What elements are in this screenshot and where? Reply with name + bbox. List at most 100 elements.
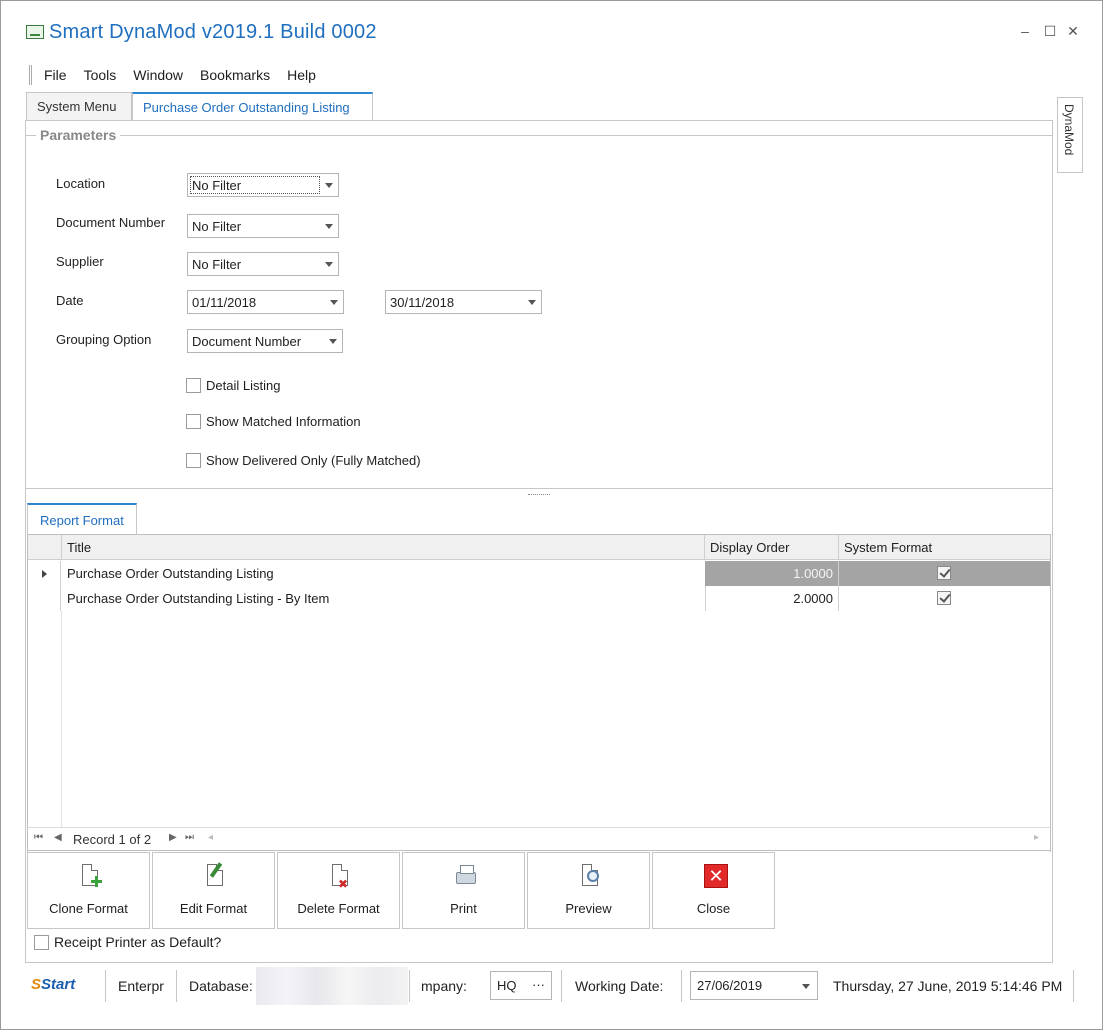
previous-record-icon[interactable]: ◀ bbox=[54, 832, 62, 843]
divider bbox=[105, 970, 106, 1002]
show-delivered-only-checkbox[interactable]: Show Delivered Only (Fully Matched) bbox=[186, 453, 421, 468]
report-format-grid: Title Display Order System Format Purcha… bbox=[27, 534, 1051, 852]
row-system-format-cell[interactable] bbox=[839, 586, 1050, 611]
scroll-left-icon[interactable]: ◂ bbox=[208, 832, 213, 843]
document-number-label: Document Number bbox=[56, 215, 166, 230]
menu-tools[interactable]: Tools bbox=[84, 67, 117, 83]
print-label: Print bbox=[450, 901, 477, 916]
record-counter: Record 1 of 2 bbox=[73, 832, 152, 847]
divider bbox=[1073, 970, 1074, 1002]
document-number-dropdown[interactable]: No Filter bbox=[187, 214, 339, 238]
title-bar: Smart DynaMod v2019.1 Build 0002 – ☐ ✕ bbox=[1, 1, 1102, 59]
print-button[interactable]: Print bbox=[402, 852, 525, 929]
date-label: Date bbox=[56, 293, 84, 308]
checkbox-box[interactable] bbox=[186, 414, 201, 429]
chevron-down-icon bbox=[325, 183, 333, 188]
row-indicator-header bbox=[28, 535, 62, 560]
column-header-title[interactable]: Title bbox=[62, 535, 705, 560]
focus-indicator bbox=[190, 176, 320, 194]
close-button[interactable]: ✕ Close bbox=[652, 852, 775, 929]
menu-bookmarks[interactable]: Bookmarks bbox=[200, 67, 270, 83]
side-tab-dynamod[interactable]: DynaMod bbox=[1057, 97, 1083, 173]
edit-format-icon bbox=[204, 862, 226, 890]
parameters-panel: Parameters Location No Filter Document N… bbox=[26, 121, 1052, 489]
edition-text: Enterpr bbox=[118, 978, 164, 994]
divider bbox=[176, 970, 177, 1002]
company-label: mpany: bbox=[421, 978, 467, 994]
preview-icon bbox=[579, 864, 601, 890]
date-from-picker[interactable]: 01/11/2018 bbox=[187, 290, 344, 314]
detail-listing-label: Detail Listing bbox=[206, 378, 281, 393]
scroll-right-icon[interactable]: ▸ bbox=[1034, 832, 1039, 843]
table-row[interactable]: Purchase Order Outstanding Listing - By … bbox=[28, 586, 1050, 611]
first-record-icon[interactable]: ⏮ bbox=[34, 832, 43, 843]
column-header-display-order[interactable]: Display Order bbox=[705, 535, 839, 560]
grouping-option-dropdown[interactable]: Document Number bbox=[187, 329, 343, 353]
company-selector[interactable]: HQ ··· bbox=[490, 971, 552, 1000]
minimize-button[interactable]: – bbox=[1016, 23, 1034, 39]
document-number-value: No Filter bbox=[192, 219, 242, 234]
table-row[interactable]: Purchase Order Outstanding Listing 1.000… bbox=[28, 561, 1050, 586]
edit-format-button[interactable]: Edit Format bbox=[152, 852, 275, 929]
grouping-option-label: Grouping Option bbox=[56, 332, 152, 347]
column-header-system-format[interactable]: System Format bbox=[839, 535, 1050, 560]
maximize-button[interactable]: ☐ bbox=[1041, 23, 1059, 40]
supplier-value: No Filter bbox=[192, 257, 242, 272]
ellipsis-button[interactable]: ··· bbox=[532, 977, 545, 992]
company-value: HQ bbox=[497, 978, 517, 993]
system-format-checkbox[interactable] bbox=[937, 591, 951, 605]
checkbox-box[interactable] bbox=[186, 453, 201, 468]
next-record-icon[interactable]: ▶ bbox=[169, 832, 177, 843]
menu-help[interactable]: Help bbox=[287, 67, 316, 83]
date-to-picker[interactable]: 30/11/2018 bbox=[385, 290, 542, 314]
delete-format-icon: ✖ bbox=[329, 864, 351, 891]
chevron-down-icon bbox=[802, 984, 810, 989]
tab-purchase-order-outstanding-listing[interactable]: Purchase Order Outstanding Listing bbox=[132, 92, 373, 122]
row-display-order-cell[interactable]: 1.0000 bbox=[705, 561, 839, 586]
row-system-format-cell[interactable] bbox=[839, 561, 1050, 586]
grid-column-line bbox=[61, 611, 62, 828]
panel-splitter-handle[interactable] bbox=[528, 494, 550, 495]
chevron-down-icon bbox=[329, 339, 337, 344]
chevron-down-icon bbox=[528, 300, 536, 305]
row-title-cell[interactable]: Purchase Order Outstanding Listing - By … bbox=[62, 586, 705, 611]
chevron-down-icon bbox=[325, 224, 333, 229]
location-dropdown[interactable]: No Filter bbox=[187, 173, 339, 197]
divider bbox=[561, 970, 562, 1002]
working-date-value: 27/06/2019 bbox=[697, 978, 763, 993]
edit-format-label: Edit Format bbox=[179, 901, 248, 916]
clone-format-button[interactable]: Clone Format bbox=[27, 852, 150, 929]
grid-header: Title Display Order System Format bbox=[28, 535, 1050, 560]
location-label: Location bbox=[56, 176, 106, 191]
row-title-cell[interactable]: Purchase Order Outstanding Listing bbox=[62, 561, 705, 586]
preview-button[interactable]: Preview bbox=[527, 852, 650, 929]
show-matched-information-checkbox[interactable]: Show Matched Information bbox=[186, 414, 361, 429]
current-row-arrow-icon bbox=[42, 570, 47, 578]
parameters-group-border bbox=[26, 135, 1052, 136]
last-record-icon[interactable]: ⏭ bbox=[185, 832, 194, 843]
action-toolbar: Clone Format Edit Format ✖ Delete Format… bbox=[27, 852, 779, 930]
close-window-button[interactable]: ✕ bbox=[1064, 23, 1082, 40]
start-logo[interactable]: SStart bbox=[31, 976, 75, 993]
menu-grip-handle[interactable] bbox=[29, 65, 32, 85]
receipt-printer-checkbox[interactable]: Receipt Printer as Default? bbox=[34, 934, 221, 950]
app-logo-icon bbox=[26, 25, 44, 39]
preview-label: Preview bbox=[565, 901, 612, 916]
delete-format-button[interactable]: ✖ Delete Format bbox=[277, 852, 400, 929]
divider bbox=[681, 970, 682, 1002]
row-display-order-cell[interactable]: 2.0000 bbox=[705, 586, 839, 611]
start-logo-text: Start bbox=[41, 976, 76, 993]
detail-listing-checkbox[interactable]: Detail Listing bbox=[186, 378, 280, 393]
tab-system-menu[interactable]: System Menu bbox=[26, 92, 132, 121]
system-format-checkbox[interactable] bbox=[937, 566, 951, 580]
checkbox-box[interactable] bbox=[186, 378, 201, 393]
supplier-dropdown[interactable]: No Filter bbox=[187, 252, 339, 276]
menu-window[interactable]: Window bbox=[133, 67, 183, 83]
working-date-picker[interactable]: 27/06/2019 bbox=[690, 971, 818, 1000]
menu-file[interactable]: File bbox=[44, 67, 67, 83]
checkbox-box[interactable] bbox=[34, 934, 49, 950]
side-tab-label: DynaMod bbox=[1062, 104, 1076, 156]
clone-format-label: Clone Format bbox=[49, 901, 128, 916]
date-from-value: 01/11/2018 bbox=[192, 295, 257, 310]
tab-report-format[interactable]: Report Format bbox=[27, 503, 137, 534]
